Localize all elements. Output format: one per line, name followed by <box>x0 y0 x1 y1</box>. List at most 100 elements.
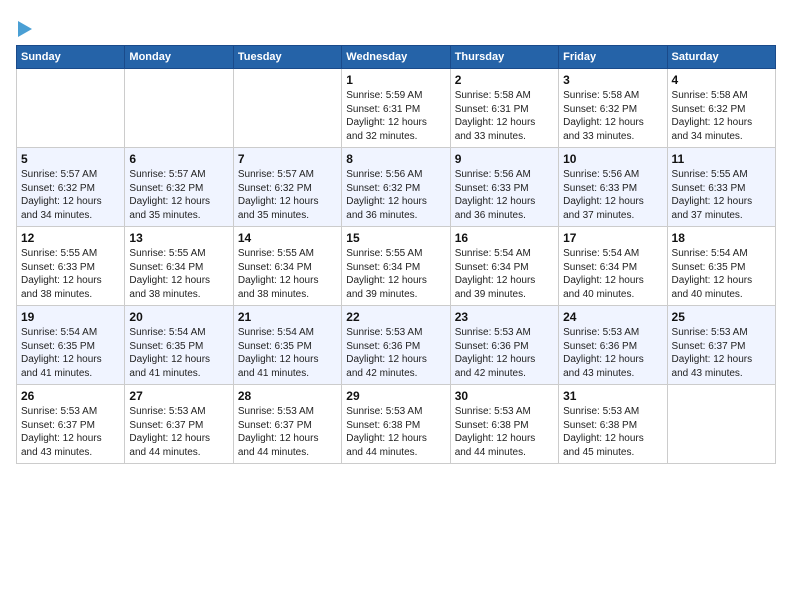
day-number: 13 <box>129 231 228 245</box>
day-info: Sunrise: 5:57 AM Sunset: 6:32 PM Dayligh… <box>21 168 120 222</box>
weekday-header-tuesday: Tuesday <box>233 46 341 69</box>
calendar-cell: 28 Sunrise: 5:53 AM Sunset: 6:37 PM Dayli… <box>233 385 341 464</box>
calendar-cell: 29 Sunrise: 5:53 AM Sunset: 6:38 PM Dayli… <box>342 385 450 464</box>
day-number: 29 <box>346 389 445 403</box>
calendar-cell: 17Sunrise: 5:54 AM Sunset: 6:34 PM Dayli… <box>559 227 667 306</box>
day-info: Sunrise: 5:54 AM Sunset: 6:35 PM Dayligh… <box>238 326 337 380</box>
day-number: 4 <box>672 73 771 87</box>
day-number: 19 <box>21 310 120 324</box>
weekday-header-saturday: Saturday <box>667 46 775 69</box>
day-info: Sunrise: 5:58 AM Sunset: 6:32 PM Dayligh… <box>672 89 771 143</box>
day-number: 7 <box>238 152 337 166</box>
weekday-header-row: SundayMondayTuesdayWednesdayThursdayFrid… <box>17 46 776 69</box>
calendar-cell: 16 Sunrise: 5:54 AM Sunset: 6:34 PM Dayli… <box>450 227 558 306</box>
calendar-cell: 7 Sunrise: 5:57 AM Sunset: 6:32 PM Daylig… <box>233 148 341 227</box>
calendar-cell: 15 Sunrise: 5:55 AM Sunset: 6:34 PM Dayli… <box>342 227 450 306</box>
day-number: 21 <box>238 310 337 324</box>
day-info: Sunrise: 5:55 AM Sunset: 6:34 PM Dayligh… <box>129 247 228 301</box>
calendar-week-row: 26Sunrise: 5:53 AM Sunset: 6:37 PM Dayli… <box>17 385 776 464</box>
day-info: Sunrise: 5:53 AM Sunset: 6:37 PM Dayligh… <box>238 405 337 459</box>
day-info: Sunrise: 5:59 AM Sunset: 6:31 PM Dayligh… <box>346 89 445 143</box>
logo <box>16 16 32 37</box>
calendar-week-row: 19 Sunrise: 5:54 AM Sunset: 6:35 PM Dayli… <box>17 306 776 385</box>
weekday-header-sunday: Sunday <box>17 46 125 69</box>
day-number: 31 <box>563 389 662 403</box>
day-info: Sunrise: 5:55 AM Sunset: 6:34 PM Dayligh… <box>346 247 445 301</box>
calendar-cell: 23 Sunrise: 5:53 AM Sunset: 6:36 PM Dayli… <box>450 306 558 385</box>
day-info: Sunrise: 5:57 AM Sunset: 6:32 PM Dayligh… <box>129 168 228 222</box>
calendar-cell <box>125 69 233 148</box>
calendar-week-row: 5 Sunrise: 5:57 AM Sunset: 6:32 PM Daylig… <box>17 148 776 227</box>
calendar-week-row: 12 Sunrise: 5:55 AM Sunset: 6:33 PM Dayli… <box>17 227 776 306</box>
day-info: Sunrise: 5:53 AM Sunset: 6:36 PM Dayligh… <box>455 326 554 380</box>
day-number: 25 <box>672 310 771 324</box>
calendar-cell: 9Sunrise: 5:56 AM Sunset: 6:33 PM Daylig… <box>450 148 558 227</box>
calendar-cell: 31 Sunrise: 5:53 AM Sunset: 6:38 PM Dayli… <box>559 385 667 464</box>
calendar-cell: 6 Sunrise: 5:57 AM Sunset: 6:32 PM Daylig… <box>125 148 233 227</box>
day-number: 10 <box>563 152 662 166</box>
day-number: 5 <box>21 152 120 166</box>
day-info: Sunrise: 5:54 AM Sunset: 6:34 PM Dayligh… <box>455 247 554 301</box>
day-info: Sunrise: 5:55 AM Sunset: 6:33 PM Dayligh… <box>21 247 120 301</box>
day-number: 24 <box>563 310 662 324</box>
calendar-cell: 11Sunrise: 5:55 AM Sunset: 6:33 PM Dayli… <box>667 148 775 227</box>
calendar-cell: 21 Sunrise: 5:54 AM Sunset: 6:35 PM Dayli… <box>233 306 341 385</box>
day-number: 18 <box>672 231 771 245</box>
calendar-cell: 10 Sunrise: 5:56 AM Sunset: 6:33 PM Dayli… <box>559 148 667 227</box>
day-info: Sunrise: 5:55 AM Sunset: 6:34 PM Dayligh… <box>238 247 337 301</box>
calendar-cell: 30 Sunrise: 5:53 AM Sunset: 6:38 PM Dayli… <box>450 385 558 464</box>
logo-bird-icon <box>18 21 32 37</box>
calendar-cell: 5 Sunrise: 5:57 AM Sunset: 6:32 PM Daylig… <box>17 148 125 227</box>
calendar-cell: 12 Sunrise: 5:55 AM Sunset: 6:33 PM Dayli… <box>17 227 125 306</box>
day-info: Sunrise: 5:58 AM Sunset: 6:32 PM Dayligh… <box>563 89 662 143</box>
calendar-cell: 2Sunrise: 5:58 AM Sunset: 6:31 PM Daylig… <box>450 69 558 148</box>
day-info: Sunrise: 5:54 AM Sunset: 6:35 PM Dayligh… <box>21 326 120 380</box>
calendar-cell <box>233 69 341 148</box>
day-info: Sunrise: 5:53 AM Sunset: 6:37 PM Dayligh… <box>21 405 120 459</box>
calendar-cell: 27Sunrise: 5:53 AM Sunset: 6:37 PM Dayli… <box>125 385 233 464</box>
calendar-cell: 18 Sunrise: 5:54 AM Sunset: 6:35 PM Dayli… <box>667 227 775 306</box>
day-number: 28 <box>238 389 337 403</box>
calendar-week-row: 1 Sunrise: 5:59 AM Sunset: 6:31 PM Daylig… <box>17 69 776 148</box>
day-number: 9 <box>455 152 554 166</box>
day-number: 22 <box>346 310 445 324</box>
weekday-header-friday: Friday <box>559 46 667 69</box>
calendar-cell: 22 Sunrise: 5:53 AM Sunset: 6:36 PM Dayli… <box>342 306 450 385</box>
calendar-cell <box>667 385 775 464</box>
calendar-cell: 4 Sunrise: 5:58 AM Sunset: 6:32 PM Daylig… <box>667 69 775 148</box>
day-number: 14 <box>238 231 337 245</box>
day-info: Sunrise: 5:55 AM Sunset: 6:33 PM Dayligh… <box>672 168 771 222</box>
day-info: Sunrise: 5:58 AM Sunset: 6:31 PM Dayligh… <box>455 89 554 143</box>
day-info: Sunrise: 5:53 AM Sunset: 6:38 PM Dayligh… <box>455 405 554 459</box>
calendar-cell: 24 Sunrise: 5:53 AM Sunset: 6:36 PM Dayli… <box>559 306 667 385</box>
day-number: 15 <box>346 231 445 245</box>
day-info: Sunrise: 5:53 AM Sunset: 6:38 PM Dayligh… <box>563 405 662 459</box>
day-number: 12 <box>21 231 120 245</box>
day-info: Sunrise: 5:53 AM Sunset: 6:36 PM Dayligh… <box>346 326 445 380</box>
day-number: 3 <box>563 73 662 87</box>
calendar-cell: 1 Sunrise: 5:59 AM Sunset: 6:31 PM Daylig… <box>342 69 450 148</box>
day-info: Sunrise: 5:56 AM Sunset: 6:32 PM Dayligh… <box>346 168 445 222</box>
day-number: 17 <box>563 231 662 245</box>
day-info: Sunrise: 5:54 AM Sunset: 6:35 PM Dayligh… <box>672 247 771 301</box>
day-number: 20 <box>129 310 228 324</box>
day-number: 30 <box>455 389 554 403</box>
day-info: Sunrise: 5:54 AM Sunset: 6:35 PM Dayligh… <box>129 326 228 380</box>
weekday-header-thursday: Thursday <box>450 46 558 69</box>
day-info: Sunrise: 5:53 AM Sunset: 6:38 PM Dayligh… <box>346 405 445 459</box>
day-number: 1 <box>346 73 445 87</box>
day-info: Sunrise: 5:56 AM Sunset: 6:33 PM Dayligh… <box>563 168 662 222</box>
day-info: Sunrise: 5:53 AM Sunset: 6:37 PM Dayligh… <box>129 405 228 459</box>
day-info: Sunrise: 5:53 AM Sunset: 6:37 PM Dayligh… <box>672 326 771 380</box>
day-info: Sunrise: 5:53 AM Sunset: 6:36 PM Dayligh… <box>563 326 662 380</box>
day-info: Sunrise: 5:57 AM Sunset: 6:32 PM Dayligh… <box>238 168 337 222</box>
calendar-cell: 3 Sunrise: 5:58 AM Sunset: 6:32 PM Daylig… <box>559 69 667 148</box>
calendar-cell: 26Sunrise: 5:53 AM Sunset: 6:37 PM Dayli… <box>17 385 125 464</box>
day-number: 23 <box>455 310 554 324</box>
calendar-cell: 13 Sunrise: 5:55 AM Sunset: 6:34 PM Dayli… <box>125 227 233 306</box>
day-number: 8 <box>346 152 445 166</box>
weekday-header-wednesday: Wednesday <box>342 46 450 69</box>
day-number: 6 <box>129 152 228 166</box>
calendar-cell: 19 Sunrise: 5:54 AM Sunset: 6:35 PM Dayli… <box>17 306 125 385</box>
day-number: 16 <box>455 231 554 245</box>
